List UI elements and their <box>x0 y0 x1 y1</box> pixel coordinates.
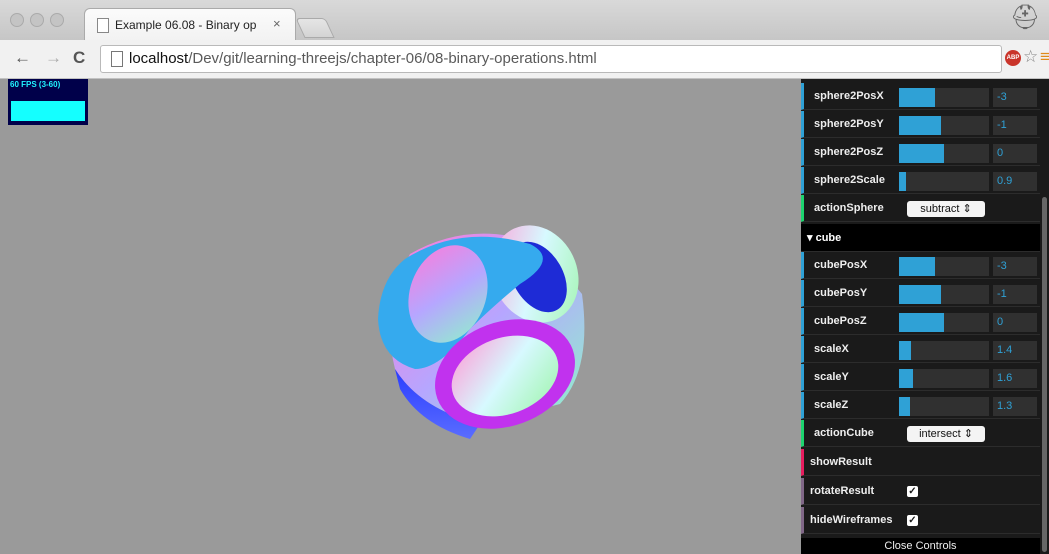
cubeposy-label: cubePosY <box>814 287 868 299</box>
actionsphere-label: actionSphere <box>814 202 884 214</box>
adblock-icon[interactable]: ABP <box>1005 50 1021 66</box>
scaley-label: scaleY <box>814 371 849 383</box>
scalex-input[interactable]: 1.4 <box>993 341 1037 360</box>
rotateresult-checkbox[interactable]: ✓ <box>907 486 918 497</box>
slider-fill <box>899 172 906 191</box>
back-button[interactable]: ← <box>14 48 31 68</box>
hidewireframes-row: hideWireframes ✓ <box>801 507 1040 534</box>
fps-stats[interactable]: 60 FPS (3-60) <box>8 79 88 125</box>
incognito-icon: ⛑ <box>1010 4 1041 31</box>
sphere2posx-slider[interactable] <box>899 88 989 107</box>
sphere2posx-row: sphere2PosX -3 <box>801 83 1040 110</box>
tab-title: Example 06.08 - Binary op <box>115 18 257 32</box>
scaley-input[interactable]: 1.6 <box>993 369 1037 388</box>
showresult-label: showResult <box>810 456 872 468</box>
sphere2posz-slider[interactable] <box>899 144 989 163</box>
hidewireframes-label: hideWireframes <box>810 514 893 526</box>
tab-close-icon[interactable]: × <box>273 16 281 31</box>
close-window-icon[interactable] <box>10 13 24 27</box>
slider-fill <box>899 257 935 276</box>
cubeposx-slider[interactable] <box>899 257 989 276</box>
cubeposx-label: cubePosX <box>814 259 868 271</box>
cubeposy-slider[interactable] <box>899 285 989 304</box>
cubeposz-row: cubePosZ 0 <box>801 308 1040 335</box>
sphere2posx-label: sphere2PosX <box>814 90 884 102</box>
actionsphere-selected: subtract <box>920 203 960 215</box>
bookmark-star-icon[interactable]: ☆ <box>1023 47 1038 67</box>
sphere2posy-row: sphere2PosY -1 <box>801 111 1040 138</box>
fps-graph <box>11 101 85 121</box>
menu-icon[interactable]: ≡ <box>1040 47 1049 67</box>
new-tab-button[interactable] <box>295 18 335 38</box>
cubeposx-input[interactable]: -3 <box>993 257 1037 276</box>
rotateresult-row: rotateResult ✓ <box>801 478 1040 505</box>
url-text: localhost/Dev/git/learning-threejs/chapt… <box>129 50 597 67</box>
sphere2posz-label: sphere2PosZ <box>814 146 884 158</box>
cubeposy-input[interactable]: -1 <box>993 285 1037 304</box>
sphere2scale-row: sphere2Scale 0.9 <box>801 167 1040 194</box>
cube-folder[interactable]: ▾ cube <box>801 224 1040 252</box>
slider-fill <box>899 341 911 360</box>
slider-fill <box>899 88 935 107</box>
sphere2scale-label: sphere2Scale <box>814 174 885 186</box>
url-path: /Dev/git/learning-threejs/chapter-06/08-… <box>188 50 597 67</box>
scalex-slider[interactable] <box>899 341 989 360</box>
tab-bar: Example 06.08 - Binary op × ⛑ <box>0 0 1049 42</box>
sphere2posy-label: sphere2PosY <box>814 118 884 130</box>
scaley-slider[interactable] <box>899 369 989 388</box>
close-controls-button[interactable]: Close Controls <box>801 538 1040 554</box>
scrollbar-thumb[interactable] <box>1042 197 1047 552</box>
actioncube-selected: intersect <box>919 428 961 440</box>
page-icon <box>111 51 123 67</box>
dat-gui-panel: sphere2PosX -3 sphere2PosY -1 sphere2Pos… <box>801 79 1040 554</box>
minimize-window-icon[interactable] <box>30 13 44 27</box>
scalex-label: scaleX <box>814 343 849 355</box>
page-icon <box>97 18 109 33</box>
actionsphere-select[interactable]: subtract ⇕ <box>907 201 985 217</box>
scalez-slider[interactable] <box>899 397 989 416</box>
maximize-window-icon[interactable] <box>50 13 64 27</box>
slider-fill <box>899 397 910 416</box>
cubeposz-input[interactable]: 0 <box>993 313 1037 332</box>
sphere2posy-slider[interactable] <box>899 116 989 135</box>
reload-button[interactable]: C <box>73 48 85 68</box>
gui-scrollbar[interactable] <box>1040 79 1049 554</box>
sphere2posz-row: sphere2PosZ 0 <box>801 139 1040 166</box>
scalex-row: scaleX 1.4 <box>801 336 1040 363</box>
hidewireframes-checkbox[interactable]: ✓ <box>907 515 918 526</box>
actionsphere-row: actionSphere subtract ⇕ <box>801 195 1040 222</box>
cube-folder-label: ▾ cube <box>807 232 842 244</box>
forward-button[interactable]: → <box>45 48 62 68</box>
browser-toolbar: ← → C localhost/Dev/git/learning-threejs… <box>0 40 1049 79</box>
actioncube-select[interactable]: intersect ⇕ <box>907 426 985 442</box>
slider-fill <box>899 369 913 388</box>
slider-fill <box>899 116 941 135</box>
sphere2posx-input[interactable]: -3 <box>993 88 1037 107</box>
tab-active[interactable]: Example 06.08 - Binary op × <box>84 8 296 42</box>
url-host: localhost <box>129 50 189 67</box>
scalez-label: scaleZ <box>814 399 849 411</box>
fps-text: 60 FPS (3-60) <box>10 80 61 89</box>
slider-fill <box>899 313 944 332</box>
cubeposz-label: cubePosZ <box>814 315 867 327</box>
cubeposx-row: cubePosX -3 <box>801 252 1040 279</box>
showresult-button[interactable]: showResult <box>801 449 1040 476</box>
rotateresult-label: rotateResult <box>810 485 875 497</box>
slider-fill <box>899 285 941 304</box>
cubeposz-slider[interactable] <box>899 313 989 332</box>
sphere2posz-input[interactable]: 0 <box>993 144 1037 163</box>
sphere2scale-input[interactable]: 0.9 <box>993 172 1037 191</box>
scalez-row: scaleZ 1.3 <box>801 392 1040 419</box>
sphere2posy-input[interactable]: -1 <box>993 116 1037 135</box>
cube-folder-title: cube <box>815 232 842 244</box>
scalez-input[interactable]: 1.3 <box>993 397 1037 416</box>
sphere2scale-slider[interactable] <box>899 172 989 191</box>
scaley-row: scaleY 1.6 <box>801 364 1040 391</box>
actioncube-row: actionCube intersect ⇕ <box>801 420 1040 447</box>
cubeposy-row: cubePosY -1 <box>801 280 1040 307</box>
slider-fill <box>899 144 944 163</box>
address-bar[interactable]: localhost/Dev/git/learning-threejs/chapt… <box>100 45 1002 73</box>
actioncube-label: actionCube <box>814 427 874 439</box>
